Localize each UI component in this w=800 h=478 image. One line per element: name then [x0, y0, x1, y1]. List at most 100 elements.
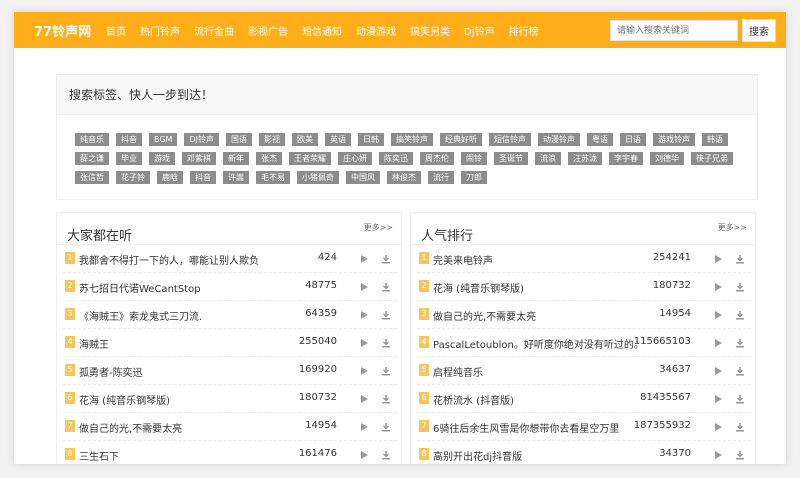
song-row[interactable]: 4 海贼王 255040 — [63, 329, 397, 357]
download-icon[interactable] — [381, 366, 391, 376]
tag-item[interactable]: 毕业 — [116, 152, 142, 165]
song-row[interactable]: 7 做自己的光,不需要太亮 14954 — [63, 413, 397, 441]
tag-item[interactable]: 李宇春 — [609, 152, 643, 165]
tag-item[interactable]: 影视 — [258, 133, 285, 146]
tag-item[interactable]: 薛之谦 — [75, 152, 109, 165]
play-icon[interactable] — [713, 450, 723, 460]
song-row[interactable]: 7 6骑往后余生风雪是你想带你去看星空万里 187355932 — [417, 413, 751, 441]
download-icon[interactable] — [735, 254, 745, 264]
tag-item[interactable]: 庄心妍 — [338, 152, 372, 165]
nav-hot-ringtones[interactable]: 热门铃声 — [140, 23, 180, 38]
song-title-link[interactable]: 完美来电铃声 — [433, 252, 493, 267]
song-title-link[interactable]: 《海贼王》索龙鬼式三刀流. — [79, 308, 202, 323]
tag-item[interactable]: 闹铃 — [461, 152, 487, 165]
tag-item[interactable]: 汪苏泷 — [568, 152, 602, 165]
download-icon[interactable] — [381, 310, 391, 320]
song-title-link[interactable]: 做自己的光,不需要太亮 — [433, 308, 536, 323]
nav-film-ads[interactable]: 影视广告 — [248, 23, 288, 38]
site-logo[interactable]: 77铃声网 — [34, 21, 104, 40]
nav-ranking[interactable]: 排行榜 — [509, 23, 539, 38]
tag-item[interactable]: 流浪 — [535, 152, 561, 165]
tag-item[interactable]: DJ铃声 — [184, 133, 219, 146]
download-icon[interactable] — [381, 450, 391, 460]
song-row[interactable]: 1 我都舍不得打一下的人，哪能让别人欺负 424 — [63, 245, 397, 273]
tag-item[interactable]: 经典好听 — [439, 133, 482, 146]
tag-item[interactable]: 短信铃声 — [488, 133, 531, 146]
tag-item[interactable]: 鹿晗 — [157, 171, 183, 184]
song-title-link[interactable]: 苏七招日代诺WeCantStop — [79, 280, 201, 295]
nav-anime-games[interactable]: 动漫游戏 — [356, 23, 396, 38]
play-icon[interactable] — [359, 282, 369, 292]
download-icon[interactable] — [381, 254, 391, 264]
song-title-link[interactable]: PascalLetoublon。好听度你绝对没有听过的。 — [433, 336, 644, 351]
play-icon[interactable] — [713, 422, 723, 432]
tag-item[interactable]: 许嵩 — [223, 171, 249, 184]
download-icon[interactable] — [735, 282, 745, 292]
tag-item[interactable]: 周杰伦 — [420, 152, 454, 165]
search-input[interactable] — [610, 20, 738, 41]
play-icon[interactable] — [359, 310, 369, 320]
nav-home[interactable]: 首页 — [106, 23, 126, 38]
download-icon[interactable] — [381, 394, 391, 404]
tag-item[interactable]: 新年 — [223, 152, 249, 165]
song-row[interactable]: 6 花桥流水 (抖音版) 81435567 — [417, 385, 751, 413]
song-title-link[interactable]: 花桥流水 (抖音版) — [433, 392, 514, 407]
tag-item[interactable]: 抖音 — [116, 133, 142, 146]
play-icon[interactable] — [713, 338, 723, 348]
nav-dj[interactable]: DJ铃声 — [464, 23, 495, 38]
download-icon[interactable] — [735, 338, 745, 348]
tag-item[interactable]: 毛不易 — [256, 171, 290, 184]
more-link[interactable]: 更多>> — [364, 222, 393, 233]
tag-item[interactable]: 国语 — [225, 133, 252, 146]
tag-item[interactable]: 日语 — [619, 133, 646, 146]
download-icon[interactable] — [735, 394, 745, 404]
song-title-link[interactable]: 花海 (纯音乐钢琴版) — [433, 280, 524, 295]
tag-item[interactable]: 欧美 — [291, 133, 318, 146]
song-row[interactable]: 8 高别开出花dj抖音版 34370 — [417, 441, 751, 464]
song-title-link[interactable]: 孤勇者-陈奕迅 — [79, 364, 143, 379]
song-row[interactable]: 8 三生石下 161476 — [63, 441, 397, 464]
download-icon[interactable] — [381, 282, 391, 292]
tag-item[interactable]: BGM — [149, 133, 178, 146]
song-row[interactable]: 2 苏七招日代诺WeCantStop 48775 — [63, 273, 397, 301]
tag-item[interactable]: 圣诞节 — [494, 152, 528, 165]
tag-item[interactable]: 小猪佩奇 — [297, 171, 339, 184]
tag-item[interactable]: 动漫铃声 — [537, 133, 580, 146]
song-row[interactable]: 5 孤勇者-陈奕迅 169920 — [63, 357, 397, 385]
song-title-link[interactable]: 海贼王 — [79, 336, 109, 351]
song-row[interactable]: 3 《海贼王》索龙鬼式三刀流. 64359 — [63, 301, 397, 329]
tag-item[interactable]: 粤语 — [586, 133, 613, 146]
download-icon[interactable] — [735, 422, 745, 432]
download-icon[interactable] — [735, 310, 745, 320]
tag-item[interactable]: 邓紫棋 — [182, 152, 216, 165]
tag-item[interactable]: 日韩 — [357, 133, 384, 146]
song-row[interactable]: 6 花海 (纯音乐钢琴版) 180732 — [63, 385, 397, 413]
song-row[interactable]: 3 做自己的光,不需要太亮 14954 — [417, 301, 751, 329]
tag-item[interactable]: 林俊杰 — [387, 171, 421, 184]
play-icon[interactable] — [713, 282, 723, 292]
tag-item[interactable]: 英语 — [324, 133, 351, 146]
nav-pop-songs[interactable]: 流行金曲 — [194, 23, 234, 38]
search-button[interactable]: 搜索 — [742, 19, 776, 42]
song-title-link[interactable]: 启程纯音乐 — [433, 364, 483, 379]
play-icon[interactable] — [713, 310, 723, 320]
download-icon[interactable] — [381, 422, 391, 432]
song-row[interactable]: 4 PascalLetoublon。好听度你绝对没有听过的。 115665103 — [417, 329, 751, 357]
tag-item[interactable]: 王者荣耀 — [289, 152, 331, 165]
tag-item[interactable]: 抖音 — [190, 171, 216, 184]
song-title-link[interactable]: 我都舍不得打一下的人，哪能让别人欺负 — [79, 252, 259, 267]
play-icon[interactable] — [359, 394, 369, 404]
more-link[interactable]: 更多>> — [718, 222, 747, 233]
song-row[interactable]: 5 启程纯音乐 34637 — [417, 357, 751, 385]
song-row[interactable]: 1 完美来电铃声 254241 — [417, 245, 751, 273]
song-title-link[interactable]: 花海 (纯音乐钢琴版) — [79, 392, 170, 407]
tag-item[interactable]: 游戏铃声 — [652, 133, 695, 146]
tag-item[interactable]: 刘德华 — [650, 152, 684, 165]
play-icon[interactable] — [359, 450, 369, 460]
tag-item[interactable]: 中国风 — [346, 171, 380, 184]
tag-item[interactable]: 搞笑铃声 — [390, 133, 433, 146]
play-icon[interactable] — [713, 254, 723, 264]
download-icon[interactable] — [381, 338, 391, 348]
play-icon[interactable] — [359, 422, 369, 432]
tag-item[interactable]: 张杰 — [256, 152, 282, 165]
